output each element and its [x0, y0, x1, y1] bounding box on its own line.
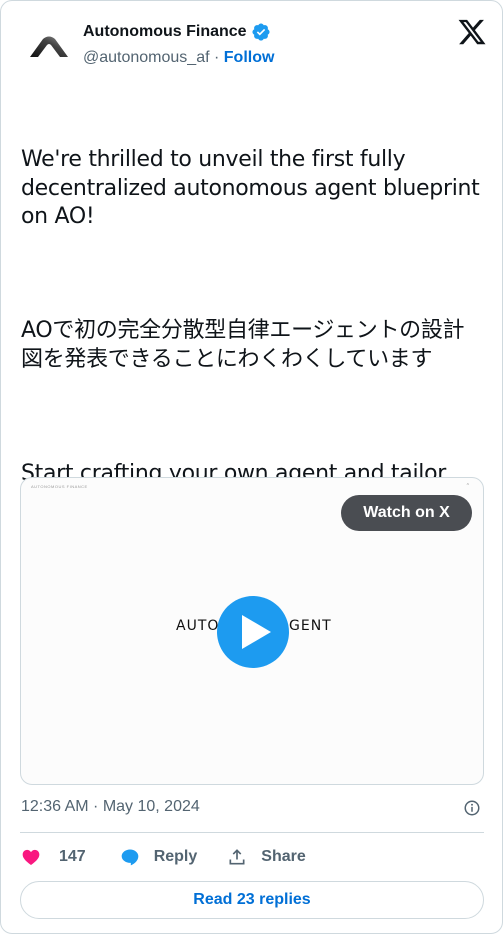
display-name[interactable]: Autonomous Finance [83, 23, 247, 41]
video-caption: AUTONOMOUS FINANCE [31, 484, 88, 489]
x-logo-icon[interactable] [457, 17, 487, 47]
read-replies-button[interactable]: Read 23 replies [20, 881, 484, 919]
follow-button[interactable]: Follow [224, 49, 275, 66]
separator: · [209, 49, 224, 66]
like-button[interactable]: 147 [21, 847, 86, 867]
divider [20, 832, 484, 833]
handle-row: @autonomous_af · Follow [83, 49, 274, 67]
watch-on-x-button[interactable]: Watch on X [341, 495, 472, 531]
reply-label: Reply [153, 848, 198, 865]
avatar[interactable] [25, 23, 73, 71]
tweet-paragraph-en: We're thrilled to unveil the first fully… [21, 147, 487, 229]
play-button[interactable] [217, 596, 289, 668]
heart-icon [22, 849, 40, 865]
timestamp[interactable]: 12:36 AM · May 10, 2024 [21, 798, 200, 815]
video-media[interactable]: AUTONOMOUS FINANCE ^ Watch on X AUTO GEN… [20, 477, 484, 785]
timestamp-row: 12:36 AM · May 10, 2024 [21, 798, 483, 820]
autonomous-finance-logo-icon [30, 36, 68, 57]
name-row: Autonomous Finance [83, 22, 271, 42]
share-label: Share [261, 848, 306, 865]
handle[interactable]: @autonomous_af [83, 49, 210, 66]
info-icon[interactable] [463, 799, 481, 817]
reply-bubble-icon [121, 849, 139, 866]
tweet-paragraph-ja: AOで初の完全分散型自律エージェントの設計図を発表できることにわくわくしています [21, 318, 465, 372]
reply-button[interactable]: Reply [120, 847, 198, 867]
tweet-embed-card: Autonomous Finance @autonomous_af · Foll… [0, 0, 503, 934]
verified-badge-icon [252, 23, 270, 41]
play-icon [242, 615, 271, 649]
share-icon [229, 849, 245, 865]
video-corner-mark: ^ [466, 483, 469, 489]
video-title-right: GENT [289, 618, 332, 634]
tweet-header: Autonomous Finance @autonomous_af · Foll… [21, 15, 487, 75]
video-title-left: AUTO [176, 618, 220, 634]
like-count: 147 [59, 848, 86, 865]
action-bar: 147 Reply Share [21, 845, 306, 869]
share-button[interactable]: Share [227, 847, 306, 867]
